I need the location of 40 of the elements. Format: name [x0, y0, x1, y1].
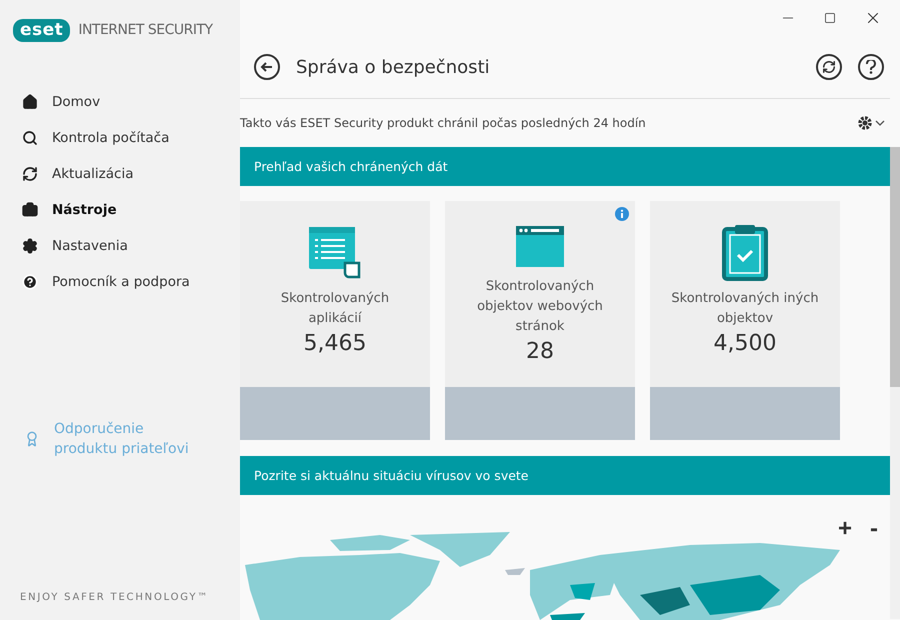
refresh-icon: [822, 60, 836, 74]
sidebar-item[interactable]: Domov: [22, 90, 240, 114]
stat-label: Skontrolovaných aplikácií: [280, 290, 390, 328]
browser-window-icon: [515, 225, 565, 269]
refresh-icon: [22, 166, 38, 182]
section-header: Prehľad vašich chránených dát: [240, 147, 890, 186]
help-icon: [22, 274, 38, 290]
arrow-left-icon: [260, 60, 274, 74]
stat-value: 28: [526, 339, 554, 364]
briefcase-icon: [22, 202, 38, 218]
page-subtitle: Takto vás ESET Security produkt chránil počas posledných 24 hodín: [240, 116, 646, 130]
sidebar-item[interactable]: Nastavenia: [22, 234, 240, 258]
info-icon[interactable]: [615, 207, 629, 221]
settings-icon: [22, 238, 38, 254]
question-mark-icon: [865, 60, 877, 74]
sidebar-item[interactable]: Kontrola počítača: [22, 126, 240, 150]
stat-label: Skontrolovaných iných objektov: [670, 290, 820, 328]
refresh-button[interactable]: [816, 54, 842, 80]
maximize-icon[interactable]: [824, 12, 836, 24]
search-icon: [22, 130, 38, 146]
sidebar-item[interactable]: Nástroje: [22, 198, 240, 222]
settings-dropdown-icon[interactable]: [856, 114, 886, 132]
stat-value: 4,500: [714, 331, 776, 356]
help-button[interactable]: [858, 54, 884, 80]
document-list-icon: [307, 225, 363, 281]
clipboard-check-icon: [722, 225, 768, 281]
tagline: ENJOY SAFER TECHNOLOGY™: [20, 592, 210, 603]
page-title: Správa o bezpečnosti: [296, 56, 491, 78]
section-header: Pozrite si aktuálnu situáciu vírusov vo svete: [240, 456, 890, 495]
product-name: INTERNET SECURITY: [78, 22, 213, 38]
stat-label: Skontrolovaných objektov webových stránok: [476, 278, 604, 336]
zoom-in-button[interactable]: +: [834, 517, 856, 541]
back-button[interactable]: [254, 54, 280, 80]
zoom-out-button[interactable]: -: [866, 517, 882, 541]
scroll-bar[interactable]: [890, 147, 900, 619]
stat-value: 5,465: [304, 331, 366, 356]
home-icon: [22, 94, 38, 110]
sidebar-item[interactable]: Aktualizácia: [22, 162, 240, 186]
logo: eset: [13, 18, 70, 42]
sidebar-item[interactable]: Pomocník a podpora: [22, 270, 240, 294]
